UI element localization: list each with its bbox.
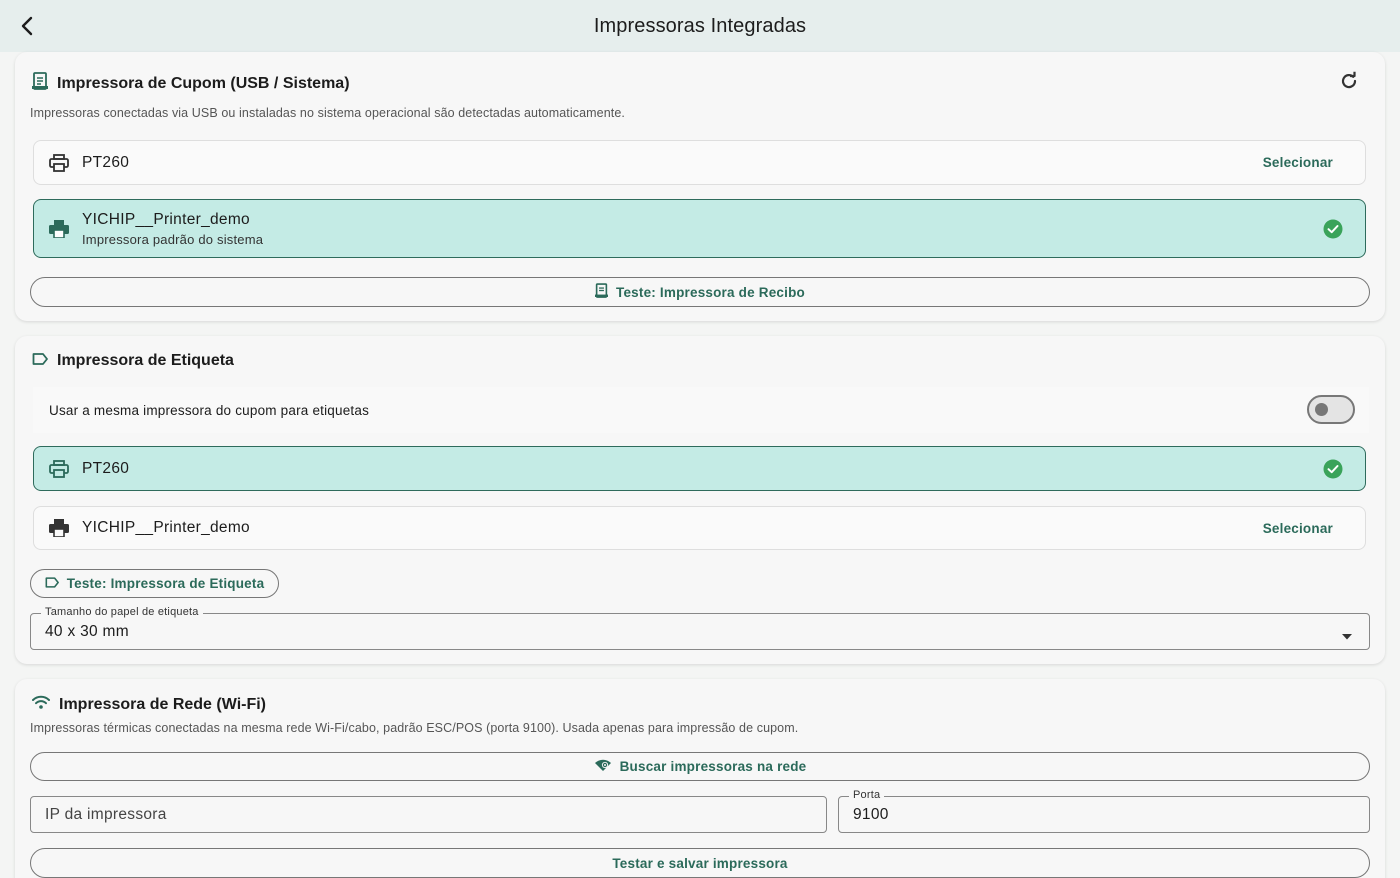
printer-name: YICHIP__Printer_demo — [82, 210, 250, 228]
test-receipt-printer-button[interactable]: Teste: Impressora de Recibo — [30, 277, 1370, 307]
check-circle-icon — [1323, 459, 1343, 479]
same-printer-toggle[interactable] — [1307, 395, 1355, 424]
search-network-label: Buscar impressoras na rede — [619, 759, 807, 774]
receipt-printer-option-pt260[interactable]: PT260 Selecionar — [33, 140, 1366, 185]
back-arrow-icon[interactable] — [14, 12, 42, 40]
test-receipt-label: Teste: Impressora de Recibo — [616, 284, 805, 300]
label-icon — [32, 352, 48, 370]
receipt-printer-option-yichip[interactable]: YICHIP__Printer_demo Impressora padrão d… — [33, 199, 1366, 258]
test-and-save-printer-button[interactable]: Testar e salvar impressora — [30, 848, 1370, 878]
same-printer-toggle-label: Usar a mesma impressora do cupom para et… — [49, 402, 370, 418]
label-printer-option-pt260[interactable]: PT260 — [33, 446, 1366, 491]
receipt-printer-title: Impressora de Cupom (USB / Sistema) — [57, 74, 350, 92]
receipt-icon — [32, 72, 48, 95]
receipt-icon — [595, 283, 609, 301]
label-printer-card: Impressora de Etiqueta Usar a mesma impr… — [15, 336, 1385, 664]
printer-name: YICHIP__Printer_demo — [82, 519, 250, 536]
wifi-find-icon — [594, 758, 612, 775]
printer-port-field[interactable]: Porta — [838, 789, 1370, 833]
test-and-save-label: Testar e salvar impressora — [612, 855, 788, 871]
printer-outline-icon — [49, 152, 71, 174]
refresh-icon[interactable] — [1335, 67, 1363, 95]
label-printer-header: Impressora de Etiqueta — [32, 352, 234, 370]
label-paper-size-select[interactable]: Tamanho do papel de etiqueta 40 x 30 mm — [30, 606, 1370, 650]
receipt-printer-header: Impressora de Cupom (USB / Sistema) — [32, 72, 350, 95]
select-button[interactable]: Selecionar — [1263, 155, 1333, 170]
printer-ip-field[interactable] — [30, 796, 827, 833]
printer-port-input[interactable] — [853, 805, 1369, 824]
printer-name: PT260 — [82, 153, 130, 171]
network-printer-description: Impressoras térmicas conectadas na mesma… — [30, 721, 799, 735]
same-printer-toggle-row: Usar a mesma impressora do cupom para et… — [33, 387, 1369, 433]
printer-default-note: Impressora padrão do sistema — [82, 231, 264, 247]
label-printer-title: Impressora de Etiqueta — [57, 352, 234, 369]
page-title: Impressoras Integradas — [593, 14, 807, 37]
network-printer-card: Impressora de Rede (Wi-Fi) Impressoras t… — [15, 679, 1385, 878]
wifi-icon — [32, 695, 50, 714]
check-circle-icon — [1323, 219, 1343, 239]
label-paper-size-label: Tamanho do papel de etiqueta — [41, 606, 203, 618]
network-printer-header: Impressora de Rede (Wi-Fi) — [32, 695, 266, 714]
receipt-printer-card: Impressora de Cupom (USB / Sistema) Impr… — [15, 52, 1385, 321]
label-printer-option-yichip[interactable]: YICHIP__Printer_demo Selecionar — [33, 506, 1366, 550]
label-paper-size-value: 40 x 30 mm — [45, 622, 129, 640]
printer-name: PT260 — [82, 459, 130, 477]
label-icon — [45, 576, 59, 591]
select-button[interactable]: Selecionar — [1263, 521, 1333, 536]
printer-filled-icon — [49, 517, 71, 539]
test-label-label: Teste: Impressora de Etiqueta — [66, 576, 265, 591]
printer-port-label: Porta — [849, 789, 885, 801]
search-network-printers-button[interactable]: Buscar impressoras na rede — [30, 752, 1370, 781]
receipt-printer-description: Impressoras conectadas via USB ou instal… — [30, 106, 625, 120]
network-printer-title: Impressora de Rede (Wi-Fi) — [59, 695, 267, 713]
printer-outline-icon — [49, 458, 71, 480]
app-bar: Impressoras Integradas — [0, 0, 1400, 52]
printer-ip-input[interactable] — [45, 805, 826, 824]
printer-filled-icon — [49, 218, 71, 240]
dropdown-arrow-icon — [1341, 628, 1353, 646]
test-label-printer-button[interactable]: Teste: Impressora de Etiqueta — [30, 569, 279, 598]
